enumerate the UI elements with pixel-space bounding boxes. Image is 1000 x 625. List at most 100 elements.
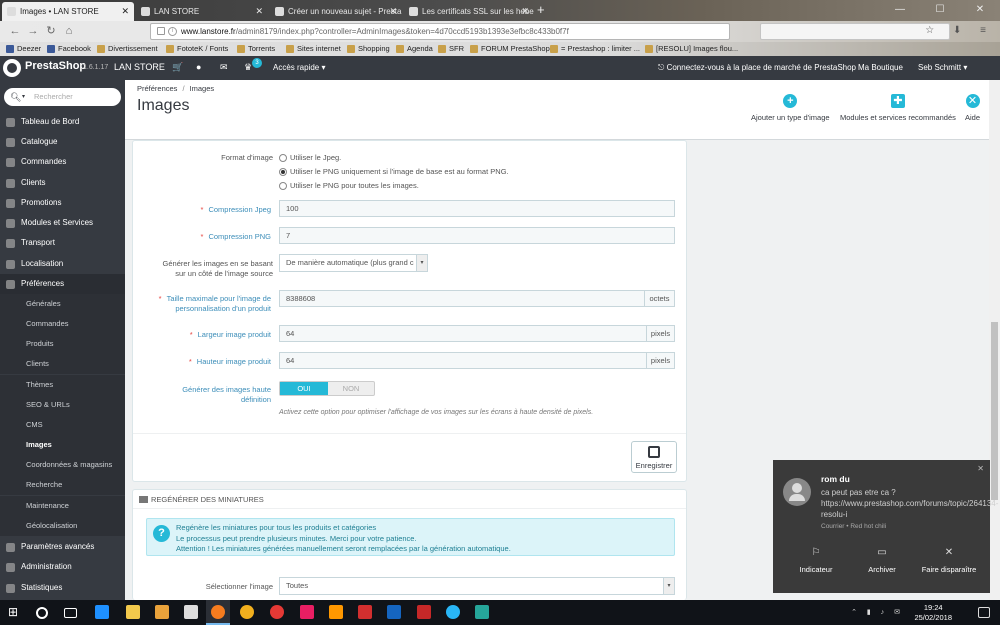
app-icon[interactable] <box>446 605 460 619</box>
sidebar-item-advanced[interactable]: Paramètres avancés <box>0 537 125 557</box>
browser-search-input[interactable] <box>760 23 950 40</box>
product-width-input[interactable]: 64 <box>279 325 647 342</box>
sidebar-sub-cms[interactable]: CMS <box>0 415 125 435</box>
bookmark-item[interactable]: [RESOLU] Images flou... <box>645 42 738 56</box>
sidebar-sub-orders[interactable]: Commandes <box>0 314 125 334</box>
sidebar-sub-images[interactable]: Images <box>0 435 125 455</box>
back-icon[interactable]: ← <box>8 24 22 38</box>
sidebar-item-administration[interactable]: Administration <box>0 557 125 577</box>
breadcrumb-item[interactable]: Préférences <box>137 84 177 93</box>
explorer-icon[interactable] <box>155 605 169 619</box>
sidebar-sub-contact-stores[interactable]: Coordonnées & magasins <box>0 455 125 475</box>
caret-down-icon[interactable]: ▾ <box>22 88 25 106</box>
quick-access-menu[interactable]: Accès rapide ▾ <box>273 63 326 72</box>
shop-name[interactable]: LAN STORE <box>114 62 165 72</box>
select-image-type[interactable]: Toutes ▾ <box>279 577 675 595</box>
prestashop-logo-icon[interactable] <box>3 59 21 77</box>
bookmark-item[interactable]: Divertissement <box>97 42 158 56</box>
mail-icon[interactable]: ✉ <box>220 62 228 73</box>
bookmark-item[interactable]: Sites internet <box>286 42 341 56</box>
task-view-icon[interactable] <box>64 608 77 618</box>
cortana-icon[interactable] <box>36 607 48 619</box>
sidebar-item-customers[interactable]: Clients <box>0 173 125 193</box>
sidebar-sub-general[interactable]: Générales <box>0 294 125 314</box>
url-bar[interactable]: i www.lanstore.fr/admin8179/index.php?co… <box>150 23 730 40</box>
max-size-input[interactable]: 8388608 <box>279 290 645 307</box>
hd-toggle[interactable]: OUI NON <box>279 381 375 396</box>
hd-no[interactable]: NON <box>328 382 374 395</box>
info-icon[interactable]: i <box>168 27 177 36</box>
home-icon[interactable]: ⌂ <box>62 24 76 38</box>
close-tab-icon[interactable]: ✕ <box>255 2 263 21</box>
sidebar-sub-seo[interactable]: SEO & URLs <box>0 395 125 415</box>
marketplace-link[interactable]: ⎋ Connectez-vous à la place de marché de… <box>658 63 856 73</box>
jpeg-compression-input[interactable]: 100 <box>279 200 675 217</box>
filezilla-icon[interactable] <box>417 605 431 619</box>
bookmark-item[interactable]: Shopping <box>347 42 390 56</box>
tab-ssl[interactable]: Les certificats SSL sur les heber ✕ <box>404 2 534 21</box>
tab-forum[interactable]: Créer un nouveau sujet - Presta ✕ <box>270 2 402 21</box>
format-jpeg-radio[interactable]: Utiliser le Jpeg. <box>279 153 341 163</box>
close-tab-icon[interactable]: ✕ <box>121 2 129 21</box>
sidebar-item-localization[interactable]: Localisation <box>0 254 125 274</box>
minimize-icon[interactable]: — <box>880 0 920 21</box>
action-center-icon[interactable] <box>978 607 990 618</box>
page-scrollbar[interactable] <box>989 80 1000 600</box>
taskbar-clock[interactable]: 19:24 25/02/2018 <box>914 603 952 623</box>
sidebar-item-stats[interactable]: Statistiques <box>0 578 125 598</box>
recommended-modules-button[interactable]: ✚ Modules et services recommandés <box>840 94 956 122</box>
sidebar-item-shipping[interactable]: Transport <box>0 233 125 253</box>
sidebar-sub-geolocation[interactable]: Géolocalisation <box>0 516 125 536</box>
app-icon[interactable] <box>475 605 489 619</box>
sidebar-search-input[interactable]: 🔍︎ ▾ Rechercher <box>4 88 121 106</box>
system-tray-icons[interactable]: ⌃ ▮ ♪ ✉ <box>851 608 904 616</box>
close-window-icon[interactable]: ✕ <box>960 0 1000 21</box>
user-menu[interactable]: Seb Schmitt ▾ <box>918 63 967 72</box>
sidebar-item-dashboard[interactable]: Tableau de Bord <box>0 112 125 132</box>
cart-icon[interactable]: 🛒 <box>172 62 183 73</box>
close-icon[interactable]: ✕ <box>977 464 984 473</box>
format-png-if-png-radio[interactable]: Utiliser le PNG uniquement si l'image de… <box>279 167 509 177</box>
bookmark-item[interactable]: Torrents <box>237 42 275 56</box>
tab-images[interactable]: Images • LAN STORE ✕ <box>2 2 134 21</box>
trophy-icon[interactable]: ♛ <box>244 62 252 73</box>
help-button[interactable]: ✕ Aide <box>965 94 980 122</box>
my-shop-link[interactable]: Ma Boutique <box>858 63 903 72</box>
sidebar-item-preferences[interactable]: Préférences <box>0 274 125 294</box>
firefox-icon[interactable] <box>211 605 225 619</box>
windows-start-icon[interactable]: ⊞ <box>8 605 22 619</box>
browser-toolbar-icons[interactable]: ☆ ⬇ ≡ <box>925 25 994 36</box>
sidebar-item-orders[interactable]: Commandes <box>0 152 125 172</box>
forward-icon[interactable]: → <box>26 24 40 38</box>
dismiss-button[interactable]: ✕ Faire disparaître <box>913 548 985 575</box>
sidebar-sub-products[interactable]: Produits <box>0 334 125 354</box>
generate-side-select[interactable]: De manière automatique (plus grand c ▾ <box>279 254 428 272</box>
mail-notification-toast[interactable]: ✕ rom du ca peut pas etre ca ? https://w… <box>773 460 998 593</box>
edge-icon[interactable] <box>95 605 109 619</box>
search-icon[interactable]: 🔍︎ <box>10 88 21 106</box>
hd-yes[interactable]: OUI <box>280 382 328 395</box>
sidebar-item-promotions[interactable]: Promotions <box>0 193 125 213</box>
maximize-icon[interactable]: ☐ <box>920 0 960 21</box>
store-icon[interactable] <box>126 605 140 619</box>
sidebar-sub-customers[interactable]: Clients <box>0 354 125 374</box>
product-height-input[interactable]: 64 <box>279 352 647 369</box>
sidebar-sub-maintenance[interactable]: Maintenance <box>0 496 125 516</box>
scrollbar-thumb[interactable] <box>991 322 998 500</box>
sidebar-item-catalog[interactable]: Catalogue <box>0 132 125 152</box>
bookmark-item[interactable]: FORUM PrestaShop <box>470 42 550 56</box>
reload-icon[interactable]: ↻ <box>44 24 58 38</box>
chrome-icon[interactable] <box>240 605 254 619</box>
chevron-down-icon[interactable]: ▾ <box>663 578 674 594</box>
sidebar-item-modules[interactable]: Modules et Services <box>0 213 125 233</box>
mail-app-icon[interactable] <box>184 605 198 619</box>
png-compression-input[interactable]: 7 <box>279 227 675 244</box>
bookmark-item[interactable]: FototeK / Fonts <box>166 42 228 56</box>
indesign-icon[interactable] <box>300 605 314 619</box>
bookmark-item[interactable]: = Prestashop : limiter ... <box>550 42 640 56</box>
format-png-all-radio[interactable]: Utiliser le PNG pour toutes les images. <box>279 181 419 191</box>
save-button[interactable]: Enregistrer <box>631 441 677 473</box>
photoshop-icon[interactable] <box>387 605 401 619</box>
sidebar-sub-themes[interactable]: Thèmes <box>0 375 125 395</box>
app-icon[interactable] <box>270 605 284 619</box>
